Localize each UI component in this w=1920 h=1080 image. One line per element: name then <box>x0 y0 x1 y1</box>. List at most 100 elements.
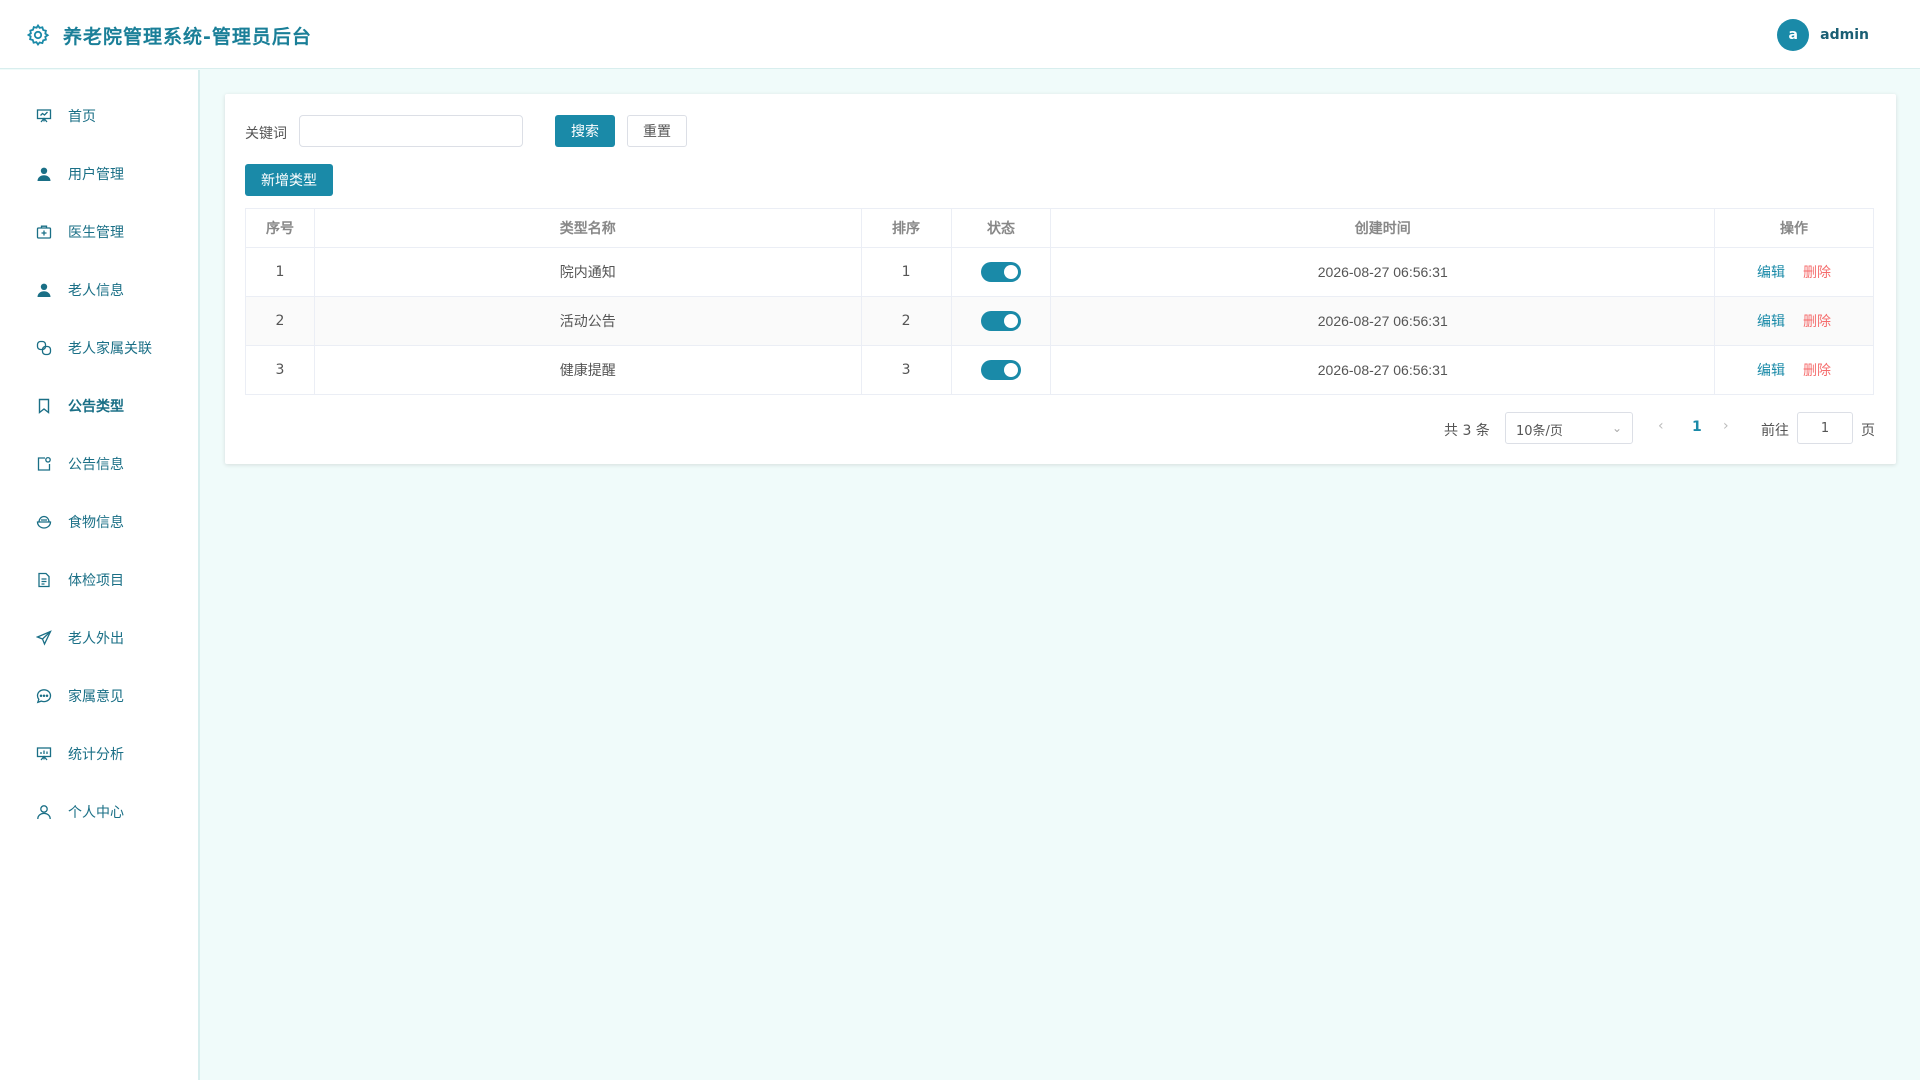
cell-index: 2 <box>245 296 315 346</box>
send-icon <box>35 629 53 647</box>
sidebar-item-home[interactable]: 首页 <box>0 96 198 136</box>
chat-icon <box>35 687 53 705</box>
goto-label: 前往 <box>1761 423 1789 439</box>
cell-sort: 2 <box>860 296 952 346</box>
page-size-select[interactable]: 10条/页 ⌄ <box>1505 412 1633 444</box>
cell-status <box>950 345 1052 395</box>
keyword-input[interactable] <box>299 115 523 147</box>
table-row: 2 活动公告 2 2026-08-27 06:56:31 编辑 删除 <box>245 296 1874 346</box>
sidebar-item-food[interactable]: 食物信息 <box>0 502 198 542</box>
sidebar-item-label: 体检项目 <box>68 573 124 589</box>
add-type-button[interactable]: 新增类型 <box>245 164 333 196</box>
status-toggle[interactable] <box>980 311 1021 331</box>
sidebar-item-label: 个人中心 <box>68 805 124 821</box>
sidebar-item-label: 公告类型 <box>68 399 124 415</box>
notice-type-table: 序号 类型名称 排序 状态 创建时间 操作 1 院内通知 1 2026-08-2… <box>245 208 1874 395</box>
sidebar-item-profile[interactable]: 个人中心 <box>0 792 198 832</box>
cell-created: 2026-08-27 06:56:31 <box>1050 247 1716 297</box>
sidebar-item-doctors[interactable]: 医生管理 <box>0 212 198 252</box>
cell-index: 3 <box>245 345 315 395</box>
reset-button[interactable]: 重置 <box>627 115 687 147</box>
page-number-current[interactable]: 1 <box>1692 419 1702 435</box>
app-title: 养老院管理系统-管理员后台 <box>63 26 312 48</box>
medical-kit-icon <box>35 223 53 241</box>
chevron-left-icon[interactable]: ‹ <box>1658 418 1664 434</box>
sidebar-item-label: 首页 <box>68 109 96 125</box>
bowl-icon <box>35 513 53 531</box>
sidebar-item-label: 老人家属关联 <box>68 341 152 357</box>
sidebar-item-elderly[interactable]: 老人信息 <box>0 270 198 310</box>
user-icon <box>35 165 53 183</box>
profile-icon <box>35 803 53 821</box>
chevron-down-icon: ⌄ <box>1611 421 1622 435</box>
page-unit-label: 页 <box>1861 423 1875 439</box>
sidebar-item-label: 统计分析 <box>68 747 124 763</box>
sidebar-item-statistics[interactable]: 统计分析 <box>0 734 198 774</box>
sidebar-item-label: 公告信息 <box>68 457 124 473</box>
cell-index: 1 <box>245 247 315 297</box>
table-row: 1 院内通知 1 2026-08-27 06:56:31 编辑 删除 <box>245 247 1874 297</box>
cell-created: 2026-08-27 06:56:31 <box>1050 345 1716 395</box>
cell-name: 院内通知 <box>313 247 862 297</box>
cell-status <box>950 247 1052 297</box>
column-header-index[interactable]: 序号 <box>245 208 315 248</box>
sidebar-item-notice-type[interactable]: 公告类型 <box>0 386 198 426</box>
cell-sort: 3 <box>860 345 952 395</box>
search-button[interactable]: 搜索 <box>555 115 615 147</box>
edit-link[interactable]: 编辑 <box>1757 314 1785 330</box>
chevron-right-icon[interactable]: › <box>1723 418 1729 434</box>
cell-created: 2026-08-27 06:56:31 <box>1050 296 1716 346</box>
person-icon <box>35 281 53 299</box>
column-header-sort[interactable]: 排序 <box>860 208 952 248</box>
table-header-row: 序号 类型名称 排序 状态 创建时间 操作 <box>245 208 1874 248</box>
sidebar-item-checkup[interactable]: 体检项目 <box>0 560 198 600</box>
document-icon <box>35 571 53 589</box>
delete-link[interactable]: 删除 <box>1803 363 1831 379</box>
cell-status <box>950 296 1052 346</box>
username[interactable]: admin <box>1820 27 1869 43</box>
sidebar-item-label: 用户管理 <box>68 167 124 183</box>
cell-actions: 编辑 删除 <box>1714 296 1874 346</box>
user-menu[interactable]: a admin <box>1777 19 1869 51</box>
top-header: 养老院管理系统-管理员后台 a admin <box>0 0 1920 69</box>
total-count: 共 3 条 <box>1444 423 1490 439</box>
bookmark-icon <box>35 397 53 415</box>
keyword-label: 关键词 <box>245 126 287 142</box>
avatar[interactable]: a <box>1777 19 1810 51</box>
sidebar-item-label: 老人外出 <box>68 631 124 647</box>
edit-link[interactable]: 编辑 <box>1757 363 1785 379</box>
column-header-actions: 操作 <box>1714 208 1874 248</box>
sidebar-item-feedback[interactable]: 家属意见 <box>0 676 198 716</box>
sidebar-item-label: 医生管理 <box>68 225 124 241</box>
content-card: 关键词 搜索 重置 新增类型 序号 类型名称 排序 状态 创建时间 操作 1 院… <box>225 94 1896 464</box>
table-row: 3 健康提醒 3 2026-08-27 06:56:31 编辑 删除 <box>245 345 1874 395</box>
delete-link[interactable]: 删除 <box>1803 314 1831 330</box>
chart-board-icon <box>35 745 53 763</box>
column-header-status[interactable]: 状态 <box>950 208 1052 248</box>
sidebar-item-label: 食物信息 <box>68 515 124 531</box>
cell-actions: 编辑 删除 <box>1714 345 1874 395</box>
status-toggle[interactable] <box>980 360 1021 380</box>
sidebar-item-family-link[interactable]: 老人家属关联 <box>0 328 198 368</box>
cell-actions: 编辑 删除 <box>1714 247 1874 297</box>
notice-icon <box>35 455 53 473</box>
delete-link[interactable]: 删除 <box>1803 265 1831 281</box>
sidebar-item-notice-info[interactable]: 公告信息 <box>0 444 198 484</box>
pagination: 共 3 条 10条/页 ⌄ ‹ 1 › 前往 页 <box>225 412 1896 444</box>
sidebar-item-label: 家属意见 <box>68 689 124 705</box>
edit-link[interactable]: 编辑 <box>1757 265 1785 281</box>
status-toggle[interactable] <box>980 262 1021 282</box>
presentation-icon <box>35 107 53 125</box>
column-header-name[interactable]: 类型名称 <box>313 208 862 248</box>
column-header-created[interactable]: 创建时间 <box>1050 208 1716 248</box>
gear-icon <box>26 23 50 47</box>
cell-name: 活动公告 <box>313 296 862 346</box>
sidebar-item-users[interactable]: 用户管理 <box>0 154 198 194</box>
sidebar-item-label: 老人信息 <box>68 283 124 299</box>
page-size-value: 10条/页 <box>1516 424 1563 439</box>
cell-sort: 1 <box>860 247 952 297</box>
goto-page-input[interactable] <box>1797 412 1853 444</box>
cell-name: 健康提醒 <box>313 345 862 395</box>
sidebar-item-outing[interactable]: 老人外出 <box>0 618 198 658</box>
link-icon <box>35 339 53 357</box>
